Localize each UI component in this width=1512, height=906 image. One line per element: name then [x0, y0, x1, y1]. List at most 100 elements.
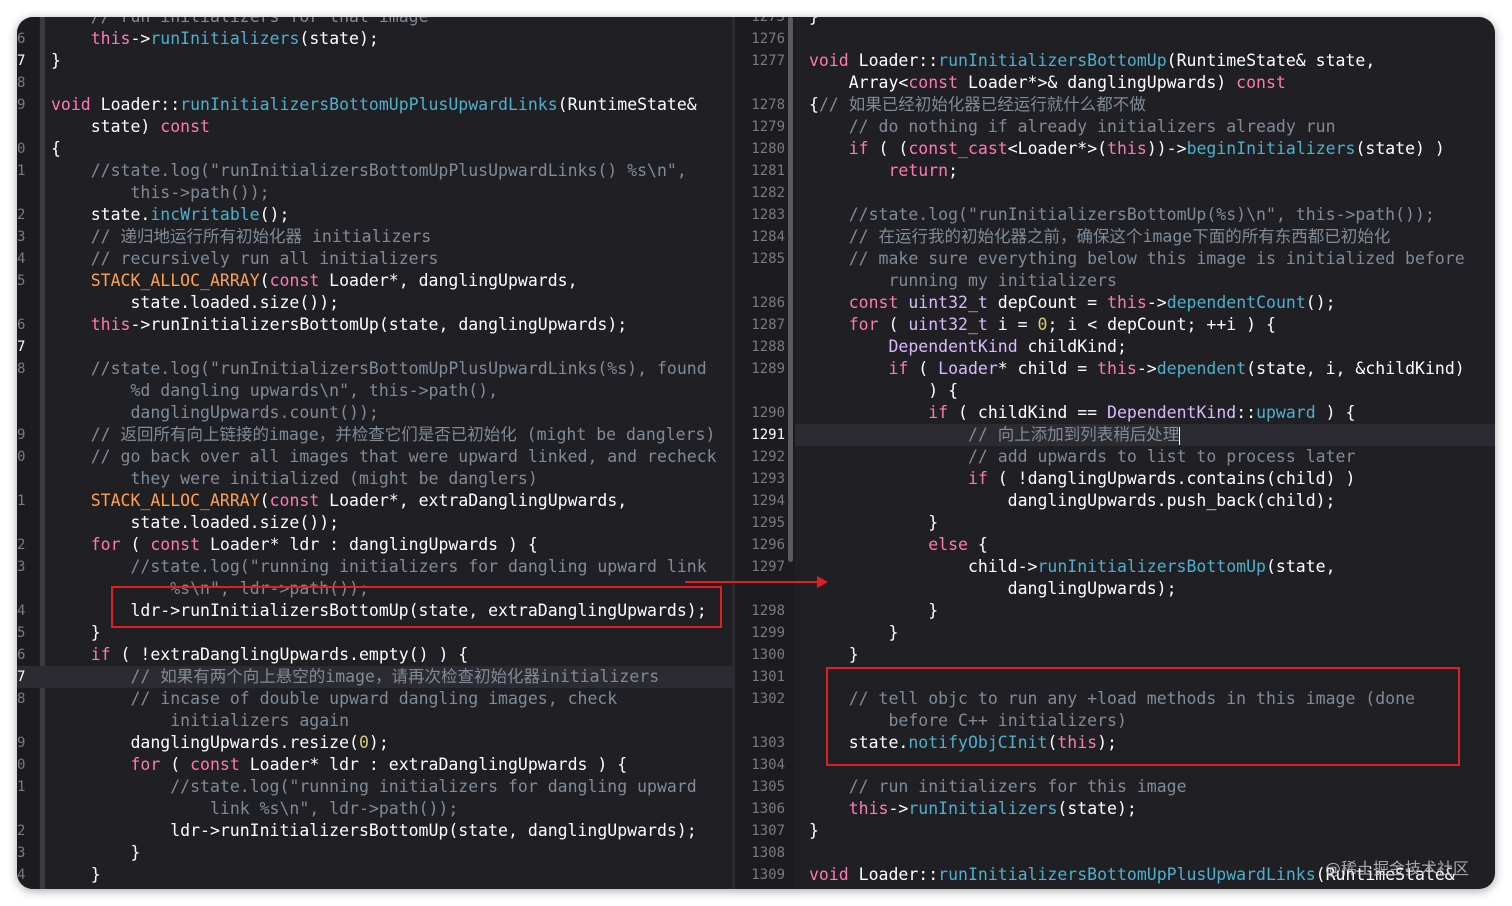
code-line[interactable]: if ( !extraDanglingUpwards.empty() ) {: [51, 644, 469, 666]
code-line[interactable]: danglingUpwards.count());: [51, 402, 378, 424]
code-line[interactable]: STACK_ALLOC_ARRAY(const Loader*, danglin…: [51, 270, 578, 292]
line-number: 8: [17, 75, 26, 91]
line-number: 7: [17, 339, 26, 355]
right-editor-pane[interactable]: 1275 1276 1277 1278 1279 1280 1281 1282 1283 1284…: [735, 17, 1495, 889]
code-line[interactable]: ) {: [809, 380, 958, 402]
code-line[interactable]: // do nothing if already initializers al…: [809, 116, 1336, 138]
code-line[interactable]: }: [51, 842, 140, 864]
code-line[interactable]: //state.log("running initializers for da…: [51, 556, 706, 578]
left-editor-pane[interactable]: 6 7 8 9 0 1 2 3 4 5 6 7 8 9 0 1 2 3 4 5 6 7 8 9 0 1 2 3 4 // run ini…: [17, 17, 732, 889]
code-line[interactable]: danglingUpwards.resize(0);: [51, 732, 388, 754]
code-line[interactable]: running my initializers: [809, 270, 1116, 292]
code-line[interactable]: // 递归地运行所有初始化器 initializers: [51, 226, 431, 248]
code-line[interactable]: if ( childKind == DependentKind::upward …: [809, 402, 1355, 424]
code-line[interactable]: }: [809, 820, 819, 842]
line-number: 1291: [751, 427, 785, 443]
code-line[interactable]: this->runInitializers(state);: [809, 798, 1137, 820]
code-line[interactable]: this->runInitializersBottomUp(state, dan…: [51, 314, 627, 336]
line-number: 1304: [751, 757, 785, 773]
code-line[interactable]: // make sure everything below this image…: [809, 248, 1465, 270]
code-line[interactable]: if ( !danglingUpwards.contains(child) ): [809, 468, 1355, 490]
code-line[interactable]: }: [809, 622, 898, 644]
line-number: 1: [17, 779, 26, 795]
code-line[interactable]: this->path());: [51, 182, 269, 204]
code-line[interactable]: //state.log("runInitializersBottomUpPlus…: [51, 358, 707, 380]
code-line[interactable]: Array<const Loader*>& danglingUpwards) c…: [809, 72, 1286, 94]
code-line[interactable]: //state.log("running initializers for da…: [51, 776, 697, 798]
code-compare-window: 6 7 8 9 0 1 2 3 4 5 6 7 8 9 0 1 2 3 4 5 6 7 8 9 0 1 2 3 4 // run ini…: [17, 17, 1495, 889]
line-number: 9: [17, 97, 26, 113]
line-number: 0: [17, 141, 26, 157]
code-line[interactable]: }: [809, 644, 859, 666]
left-scrollbar[interactable]: [40, 17, 45, 889]
line-number: 1279: [751, 119, 785, 135]
right-scrollbar[interactable]: [788, 17, 793, 562]
line-number: 0: [17, 757, 26, 773]
code-line[interactable]: if ( (const_cast<Loader*>(this))->beginI…: [809, 138, 1445, 160]
line-number: 1278: [751, 97, 785, 113]
line-number: 1290: [751, 405, 785, 421]
code-line[interactable]: }: [51, 622, 101, 644]
code-line[interactable]: danglingUpwards.push_back(child);: [809, 490, 1336, 512]
code-line[interactable]: if ( Loader* child = this->dependent(sta…: [809, 358, 1464, 380]
code-line[interactable]: state.loaded.size());: [51, 512, 339, 534]
code-line[interactable]: ldr->runInitializersBottomUp(state, dang…: [51, 820, 697, 842]
line-number: 1286: [751, 295, 785, 311]
code-line[interactable]: state) const: [809, 886, 968, 889]
line-number: 1305: [751, 779, 785, 795]
line-number: 3: [17, 229, 26, 245]
code-line[interactable]: else {: [809, 534, 988, 556]
code-line[interactable]: // go back over all images that were upw…: [51, 446, 717, 468]
code-line[interactable]: danglingUpwards);: [809, 578, 1177, 600]
code-line[interactable]: }: [51, 50, 61, 72]
code-line[interactable]: for ( const Loader* ldr : extraDanglingU…: [51, 754, 627, 776]
code-line[interactable]: const uint32_t depCount = this->dependen…: [809, 292, 1336, 314]
code-line[interactable]: // 在运行我的初始化器之前，确保这个image下面的所有东西都已初始化: [809, 226, 1390, 248]
code-line[interactable]: DependentKind childKind;: [809, 336, 1126, 358]
line-number: 9: [17, 735, 26, 751]
code-line[interactable]: void Loader::runInitializersBottomUp(Run…: [809, 50, 1375, 72]
code-line[interactable]: STACK_ALLOC_ARRAY(const Loader*, extraDa…: [51, 490, 627, 512]
code-line[interactable]: %d dangling upwards\n", this->path(),: [51, 380, 498, 402]
code-line[interactable]: state.loaded.size());: [51, 292, 339, 314]
code-line[interactable]: initializers again: [51, 710, 349, 732]
code-line[interactable]: they were initialized (might be danglers…: [51, 468, 537, 490]
code-line[interactable]: {// 如果已经初始化器已经运行就什么都不做: [809, 94, 1146, 116]
code-line[interactable]: return;: [809, 160, 958, 182]
code-line[interactable]: }: [809, 17, 819, 28]
code-line[interactable]: // add upwards to list to process later: [809, 446, 1355, 468]
line-number: 5: [17, 273, 26, 289]
line-number: 1281: [751, 163, 785, 179]
code-line[interactable]: state.incWritable();: [51, 204, 290, 226]
code-line[interactable]: //state.log("runInitializersBottomUp(%s)…: [809, 204, 1435, 226]
line-number: 1280: [751, 141, 785, 157]
line-number: 6: [17, 647, 26, 663]
code-line[interactable]: // 向上添加到列表稍后处理: [809, 424, 1181, 446]
line-number: 1299: [751, 625, 785, 641]
code-line[interactable]: // run initializers for this image: [809, 776, 1187, 798]
code-line[interactable]: void Loader::runInitializersBottomUpPlus…: [51, 94, 697, 116]
line-number: 4: [17, 867, 26, 883]
code-line[interactable]: for ( const Loader* ldr : danglingUpward…: [51, 534, 538, 556]
code-line[interactable]: }: [51, 864, 101, 886]
line-number: 1285: [751, 251, 785, 267]
code-line[interactable]: // 如果有两个向上悬空的image，请再次检查初始化器initializers: [51, 666, 659, 688]
line-number: 1277: [751, 53, 785, 69]
code-line[interactable]: // 返回所有向上链接的image，并检查它们是否已初始化 (might be …: [51, 424, 716, 446]
code-line[interactable]: this->runInitializers(state);: [51, 28, 379, 50]
code-line[interactable]: }: [809, 600, 938, 622]
code-line[interactable]: state) const: [51, 116, 210, 138]
line-number: 0: [17, 449, 26, 465]
code-line[interactable]: // recursively run all initializers: [51, 248, 439, 270]
code-line[interactable]: {: [51, 138, 61, 160]
line-number: 7: [17, 669, 26, 685]
code-line[interactable]: for ( uint32_t i = 0; i < depCount; ++i …: [809, 314, 1276, 336]
code-line[interactable]: link %s\n", ldr->path());: [51, 798, 458, 820]
code-line[interactable]: // incase of double upward dangling imag…: [51, 688, 617, 710]
code-line[interactable]: // run initializers for that image: [51, 17, 429, 28]
code-line[interactable]: }: [809, 512, 938, 534]
code-line[interactable]: child->runInitializersBottomUp(state,: [809, 556, 1336, 578]
code-line[interactable]: //state.log("runInitializersBottomUpPlus…: [51, 160, 687, 182]
line-number: 1276: [751, 31, 785, 47]
line-number: 1275: [751, 17, 785, 25]
